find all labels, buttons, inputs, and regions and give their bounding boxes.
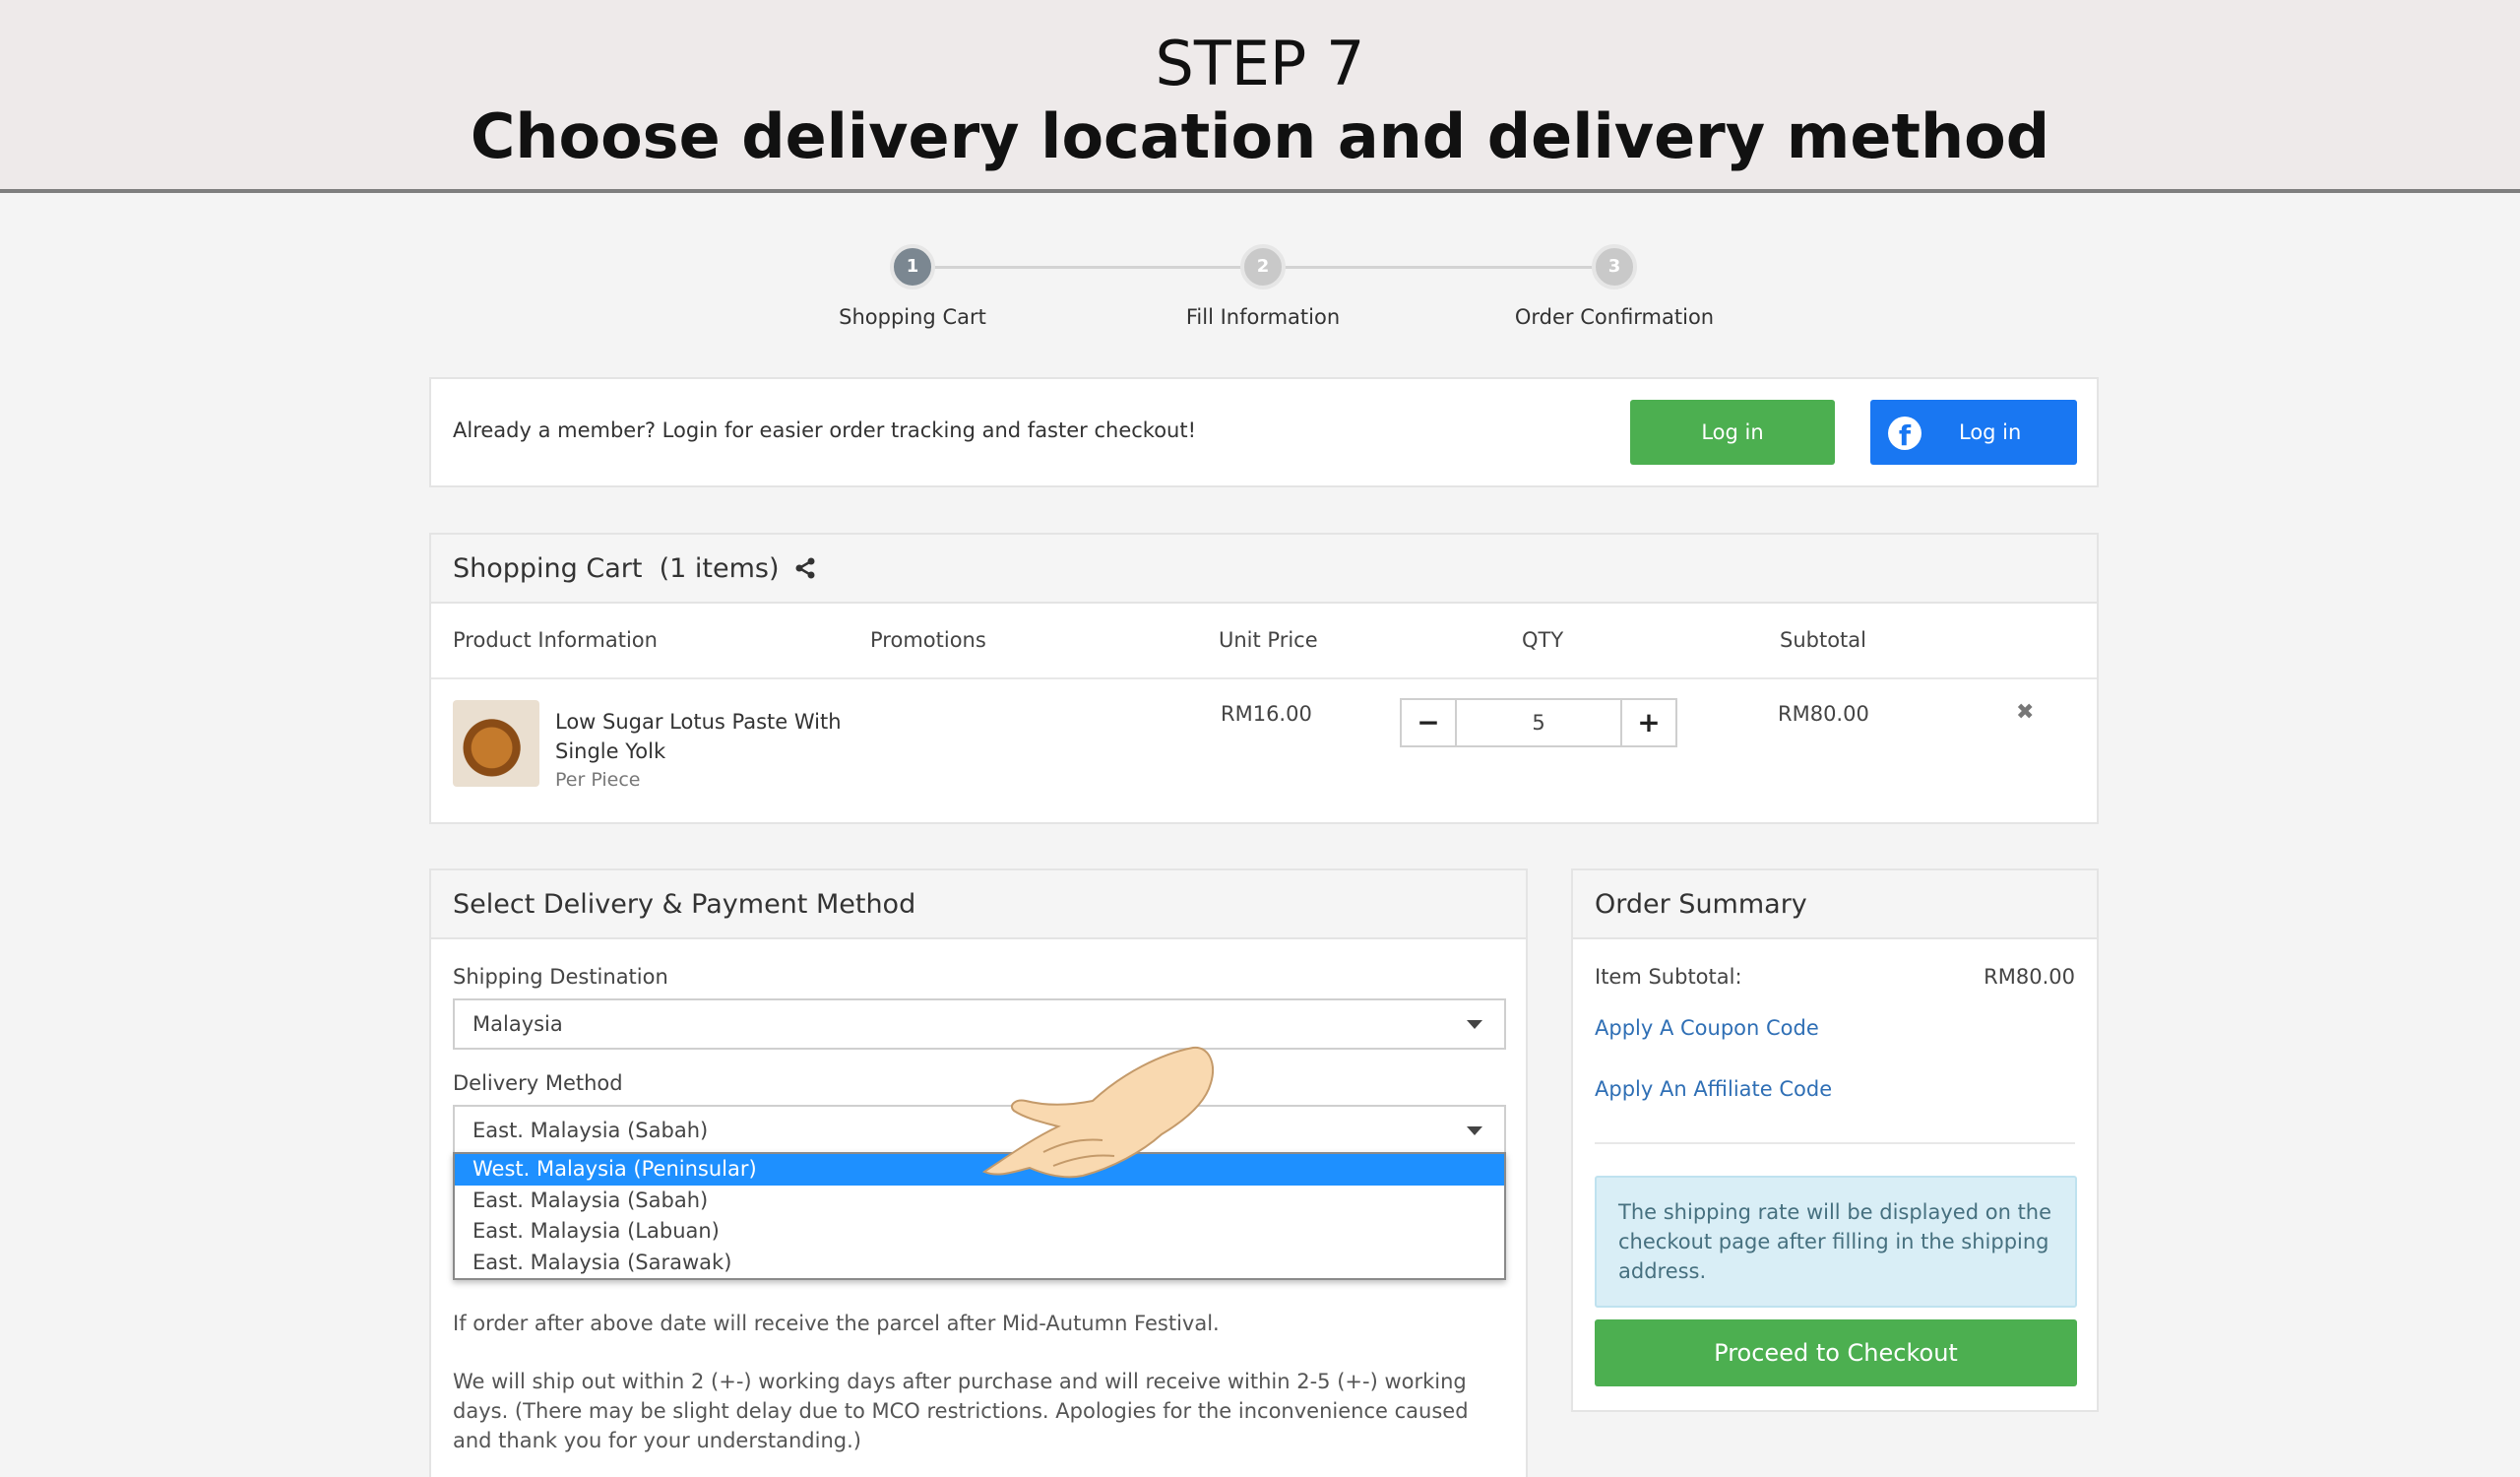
item-subtotal-label: Item Subtotal: — [1595, 965, 1742, 989]
progress-line — [1263, 266, 1614, 269]
column-header-product: Product Information — [453, 628, 658, 652]
shopping-cart-card: Shopping Cart (1 items) Product Informat… — [429, 533, 2099, 824]
decrease-qty-button[interactable]: − — [1402, 700, 1455, 745]
divider — [431, 677, 2097, 679]
progress-label: Order Confirmation — [1514, 305, 1715, 329]
unit-price: RM16.00 — [1221, 702, 1312, 726]
chevron-down-icon — [1467, 1126, 1482, 1135]
cart-count: (1 items) — [659, 553, 780, 584]
login-button[interactable]: Log in — [1630, 400, 1835, 465]
tutorial-banner: STEP 7 Choose delivery location and deli… — [0, 0, 2520, 193]
quantity-stepper: − 5 + — [1400, 698, 1677, 747]
progress-step-2: 2 — [1240, 244, 1286, 289]
shipping-destination-select[interactable]: Malaysia — [453, 998, 1506, 1050]
apply-affiliate-link[interactable]: Apply An Affiliate Code — [1595, 1077, 1832, 1101]
dropdown-option[interactable]: East. Malaysia (Sabah) — [455, 1186, 1504, 1217]
cart-title: Shopping Cart — [453, 553, 643, 584]
shipping-destination-value: Malaysia — [472, 1012, 563, 1036]
pointing-hand-icon — [981, 1046, 1214, 1179]
column-header-promotions: Promotions — [870, 628, 986, 652]
delivery-card-title: Select Delivery & Payment Method — [431, 870, 1526, 939]
chevron-down-icon — [1467, 1020, 1482, 1029]
column-header-qty: QTY — [1522, 628, 1564, 652]
order-summary-title: Order Summary — [1573, 870, 2097, 939]
delivery-method-value: East. Malaysia (Sabah) — [472, 1119, 709, 1142]
checkout-progress: 1 2 3 Shopping Cart Fill Information Ord… — [0, 197, 2520, 345]
delivery-method-label: Delivery Method — [453, 1071, 623, 1095]
product-image[interactable] — [453, 700, 539, 787]
column-header-unit-price: Unit Price — [1219, 628, 1318, 652]
item-subtotal-value: RM80.00 — [1984, 965, 2075, 989]
product-name[interactable]: Low Sugar Lotus Paste With Single Yolk — [555, 707, 842, 766]
facebook-icon: f — [1888, 417, 1922, 452]
column-header-subtotal: Subtotal — [1780, 628, 1866, 652]
dropdown-option[interactable]: East. Malaysia (Labuan) — [455, 1216, 1504, 1248]
apply-coupon-link[interactable]: Apply A Coupon Code — [1595, 1016, 1819, 1040]
progress-step-3: 3 — [1592, 244, 1637, 289]
item-subtotal: RM80.00 — [1778, 702, 1869, 726]
step-title: STEP 7 — [1155, 28, 1365, 99]
close-icon[interactable]: ✖ — [2016, 700, 2034, 725]
shipping-rate-notice: The shipping rate will be displayed on t… — [1595, 1176, 2077, 1308]
progress-label: Shopping Cart — [839, 305, 986, 329]
progress-line — [913, 266, 1263, 269]
step-headline: Choose delivery location and delivery me… — [470, 100, 2050, 172]
quantity-input[interactable]: 5 — [1455, 700, 1622, 745]
facebook-login-label: Log in — [1959, 420, 2022, 444]
cart-header: Shopping Cart (1 items) — [431, 535, 2097, 604]
share-icon[interactable] — [793, 556, 817, 580]
increase-qty-button[interactable]: + — [1622, 700, 1675, 745]
proceed-to-checkout-button[interactable]: Proceed to Checkout — [1595, 1319, 2077, 1386]
order-summary-card: Order Summary Item Subtotal: RM80.00 App… — [1571, 868, 2099, 1412]
member-login-card: Already a member? Login for easier order… — [429, 377, 2099, 487]
dropdown-option[interactable]: East. Malaysia (Sarawak) — [455, 1248, 1504, 1279]
product-unit: Per Piece — [555, 769, 641, 791]
divider — [1595, 1142, 2075, 1144]
login-message: Already a member? Login for easier order… — [453, 418, 1197, 442]
progress-step-1: 1 — [890, 244, 935, 289]
facebook-login-button[interactable]: f Log in — [1870, 400, 2077, 465]
delivery-note-shipping: We will ship out within 2 (+-) working d… — [453, 1370, 1469, 1452]
delivery-note-festival: If order after above date will receive t… — [453, 1312, 1220, 1335]
progress-label: Fill Information — [1185, 305, 1341, 329]
shipping-destination-label: Shipping Destination — [453, 965, 668, 989]
